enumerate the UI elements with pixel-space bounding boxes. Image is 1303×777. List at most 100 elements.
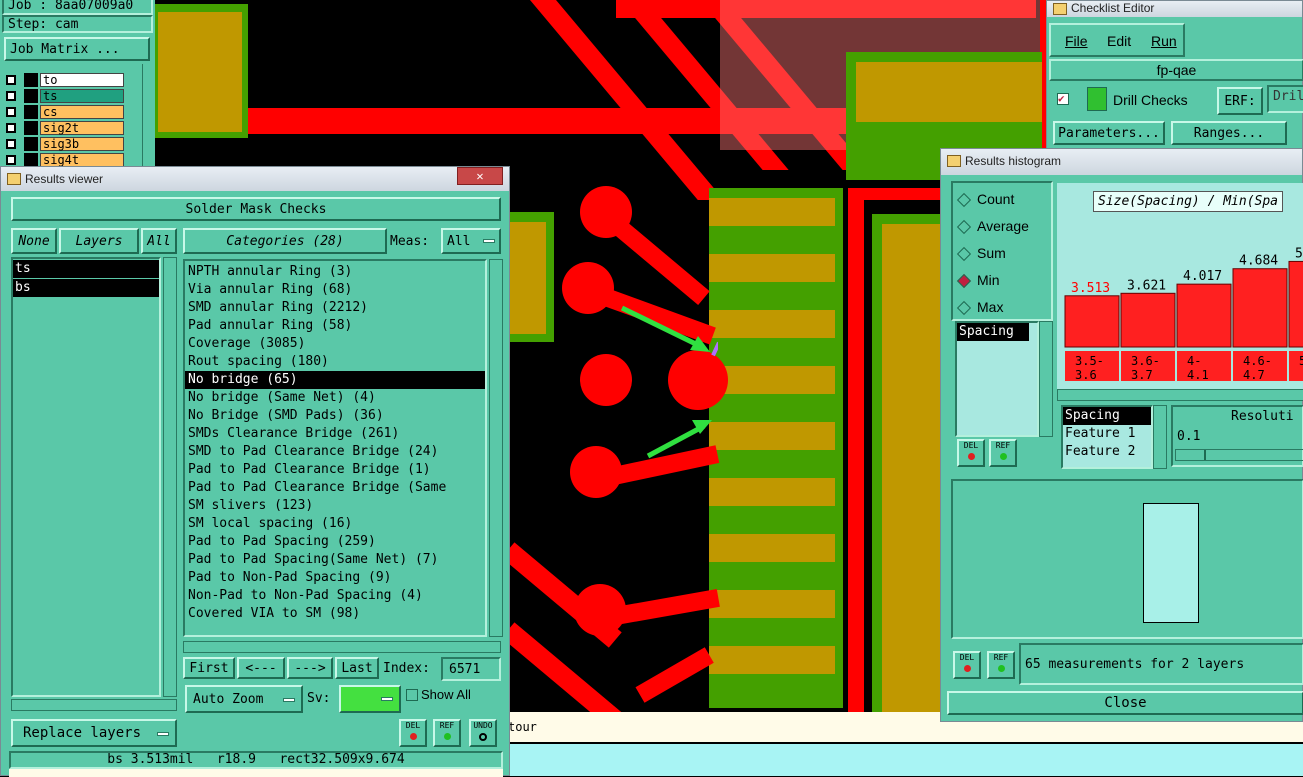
category-item[interactable]: Pad to Pad Spacing(Same Net) (7): [185, 551, 485, 569]
histogram-bar[interactable]: [1232, 268, 1288, 348]
categories-scrollbar[interactable]: [489, 259, 503, 637]
category-item[interactable]: Via annular Ring (68): [185, 281, 485, 299]
layer-results-list[interactable]: ts bs: [11, 257, 161, 697]
spacing-list-scrollbar[interactable]: [1039, 321, 1053, 437]
stat-radio-average[interactable]: Average: [956, 218, 1029, 235]
category-item[interactable]: SM slivers (123): [185, 497, 485, 515]
layer-list-item[interactable]: bs: [13, 279, 159, 297]
index-field[interactable]: 6571: [441, 657, 501, 681]
feature-item[interactable]: Feature 1: [1063, 425, 1151, 443]
histogram-bar[interactable]: [1288, 260, 1303, 348]
category-item[interactable]: Pad to Non-Pad Spacing (9): [185, 569, 485, 587]
histogram-chart-area: Size(Spacing) / Min(Spa 3.513 3.5- 3.6 3.62…: [1057, 183, 1303, 401]
layers-scrollbar[interactable]: [142, 64, 154, 170]
prev-button[interactable]: <---: [237, 657, 285, 679]
resolution-slider[interactable]: [1175, 449, 1303, 461]
layer-row[interactable]: sig3b: [6, 136, 126, 152]
layer-visibility-checkbox[interactable]: [6, 91, 16, 101]
layer-row[interactable]: cs: [6, 104, 126, 120]
category-item[interactable]: SMD to Pad Clearance Bridge (24): [185, 443, 485, 461]
ranges-button[interactable]: Ranges...: [1171, 121, 1287, 145]
spacing-item[interactable]: Spacing: [957, 323, 1029, 341]
categories-button[interactable]: Categories (28): [183, 228, 387, 254]
histogram-bar[interactable]: [1176, 283, 1232, 348]
category-item[interactable]: Coverage (3085): [185, 335, 485, 353]
category-item[interactable]: NPTH annular Ring (3): [185, 263, 485, 281]
stat-radio-sum[interactable]: Sum: [956, 245, 1006, 262]
hist-del-button[interactable]: DEL: [957, 439, 985, 467]
stat-radio-min[interactable]: Min: [956, 272, 1000, 289]
category-item[interactable]: SM local spacing (16): [185, 515, 485, 533]
close-window-button[interactable]: ✕: [457, 167, 503, 185]
first-button[interactable]: First: [183, 657, 235, 679]
del-button[interactable]: DEL: [399, 719, 427, 747]
layer-visibility-checkbox[interactable]: [6, 75, 16, 85]
feature-list-scrollbar[interactable]: [1153, 405, 1167, 469]
job-matrix-button[interactable]: Job Matrix ...: [4, 37, 150, 61]
meas-dropdown[interactable]: All: [441, 228, 501, 254]
category-item[interactable]: SMDs Clearance Bridge (261): [185, 425, 485, 443]
category-item[interactable]: Pad to Pad Clearance Bridge (Same: [185, 479, 485, 497]
none-button[interactable]: None: [11, 228, 57, 254]
stat-radio-count[interactable]: Count: [956, 191, 1014, 208]
category-item[interactable]: Covered VIA to SM (98): [185, 605, 485, 623]
categories-list[interactable]: NPTH annular Ring (3) Via annular Ring (6…: [183, 259, 487, 637]
last-button[interactable]: Last: [335, 657, 379, 679]
layer-name[interactable]: to: [40, 73, 124, 87]
layer-list-scrollbar[interactable]: [163, 257, 177, 697]
layer-list-hscroll[interactable]: [11, 699, 177, 711]
next-button[interactable]: --->: [287, 657, 333, 679]
edit-menu[interactable]: Edit: [1107, 33, 1131, 49]
file-menu[interactable]: File: [1065, 33, 1088, 49]
category-item[interactable]: SMD annular Ring (2212): [185, 299, 485, 317]
summary-ref-button[interactable]: REF: [987, 651, 1015, 679]
close-button[interactable]: Close: [947, 691, 1303, 715]
layers-button[interactable]: Layers: [59, 228, 139, 254]
sv-color-dropdown[interactable]: [339, 685, 401, 713]
category-item[interactable]: Pad to Pad Spacing (259): [185, 533, 485, 551]
stat-radio-max[interactable]: Max: [956, 299, 1003, 316]
category-item[interactable]: No bridge (65): [185, 371, 485, 389]
histogram-bar[interactable]: [1120, 292, 1176, 348]
category-item[interactable]: No bridge (Same Net) (4): [185, 389, 485, 407]
layer-visibility-checkbox[interactable]: [6, 155, 16, 165]
replace-layers-dropdown[interactable]: Replace layers: [11, 719, 177, 747]
feature-item[interactable]: Spacing: [1063, 407, 1151, 425]
hist-ref-button[interactable]: REF: [989, 439, 1017, 467]
summary-del-button[interactable]: DEL: [953, 651, 981, 679]
layer-row[interactable]: to: [6, 72, 126, 88]
drill-checks-checkbox[interactable]: ✔: [1057, 93, 1069, 105]
histogram-bar[interactable]: [1064, 295, 1120, 348]
auto-zoom-dropdown[interactable]: Auto Zoom: [185, 685, 303, 713]
undo-button[interactable]: UNDO: [469, 719, 497, 747]
layer-visibility-checkbox[interactable]: [6, 107, 16, 117]
layer-name[interactable]: ts: [40, 89, 124, 103]
all-button[interactable]: All: [141, 228, 177, 254]
category-item[interactable]: No Bridge (SMD Pads) (36): [185, 407, 485, 425]
category-item[interactable]: Rout spacing (180): [185, 353, 485, 371]
layer-name[interactable]: sig2t: [40, 121, 124, 135]
layer-name[interactable]: sig4t: [40, 153, 124, 167]
ref-button[interactable]: REF: [433, 719, 461, 747]
category-item[interactable]: Pad annular Ring (58): [185, 317, 485, 335]
layer-list-item[interactable]: ts: [13, 260, 159, 278]
categories-hscroll[interactable]: [183, 641, 501, 653]
spacing-list[interactable]: Spacing: [955, 321, 1039, 437]
histogram-hscroll[interactable]: [1057, 389, 1303, 401]
category-item[interactable]: Pad to Pad Clearance Bridge (1): [185, 461, 485, 479]
layer-name[interactable]: cs: [40, 105, 124, 119]
category-item[interactable]: Non-Pad to Non-Pad Spacing (4): [185, 587, 485, 605]
show-all-checkbox[interactable]: [406, 689, 418, 701]
erf-field[interactable]: Dril: [1267, 85, 1303, 113]
feature-item[interactable]: Feature 2: [1063, 443, 1151, 461]
layer-visibility-checkbox[interactable]: [6, 123, 16, 133]
feature-list[interactable]: Spacing Feature 1 Feature 2: [1061, 405, 1153, 469]
layer-name[interactable]: sig3b: [40, 137, 124, 151]
layer-row[interactable]: sig2t: [6, 120, 126, 136]
slider-handle[interactable]: [1176, 450, 1206, 460]
layer-visibility-checkbox[interactable]: [6, 139, 16, 149]
drill-checks-label[interactable]: Drill Checks: [1113, 92, 1188, 108]
run-menu[interactable]: Run: [1151, 33, 1177, 49]
layer-row[interactable]: ts: [6, 88, 126, 104]
parameters-button[interactable]: Parameters...: [1053, 121, 1165, 145]
